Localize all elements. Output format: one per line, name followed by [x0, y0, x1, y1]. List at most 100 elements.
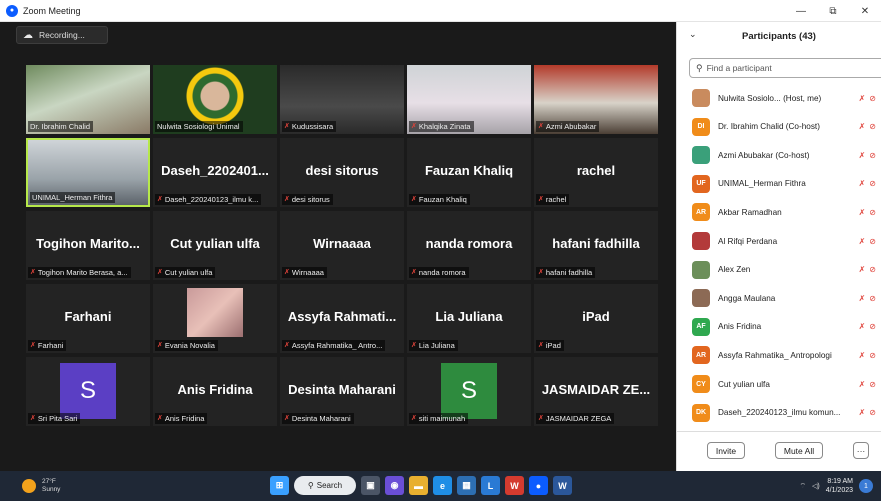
participant-avatar: AR [692, 346, 710, 365]
mic-muted-icon[interactable]: ✗ [859, 122, 866, 131]
recording-indicator[interactable]: ☁ Recording... [16, 26, 108, 44]
camera-off-icon[interactable]: ⊘ [869, 265, 876, 274]
mic-muted-icon[interactable]: ✗ [859, 294, 866, 303]
participant-status-icons: ✗ ⊘ [859, 94, 876, 103]
participant-row[interactable]: DI Dr. Ibrahim Chalid (Co-host) ✗ ⊘ [677, 113, 881, 141]
camera-off-icon[interactable]: ⊘ [869, 351, 876, 360]
camera-off-icon[interactable]: ⊘ [869, 122, 876, 131]
mic-muted-icon: ✗ [538, 415, 544, 422]
windows-start-icon[interactable]: ⊞ [270, 476, 289, 495]
video-tile[interactable]: S ✗ Sri Pita Sari [26, 357, 150, 426]
camera-off-icon[interactable]: ⊘ [869, 408, 876, 417]
participant-row[interactable]: DK Daseh_220240123_ilmu komun... ✗ ⊘ [677, 399, 881, 427]
video-tile[interactable]: nanda romora ✗ nanda romora [407, 211, 531, 280]
participant-row[interactable]: Al Rifqi Perdana ✗ ⊘ [677, 227, 881, 255]
video-tile[interactable]: Nulwita Sosiologi Unimal [153, 65, 277, 134]
participant-row[interactable]: AF Anis Fridina ✗ ⊘ [677, 313, 881, 341]
maximize-button[interactable]: ⧉ [817, 0, 849, 22]
participant-row[interactable]: Azmi Abubakar (Co-host) ✗ ⊘ [677, 141, 881, 169]
store-icon[interactable]: ▦ [457, 476, 476, 495]
participant-name: Daseh_220240123_ilmu komun... [718, 408, 841, 418]
mic-muted-icon[interactable]: ✗ [859, 151, 866, 160]
tile-display-name: Daseh_2202401... [161, 163, 269, 178]
word-icon[interactable]: W [553, 476, 572, 495]
video-tile[interactable]: Desinta Maharani ✗ Desinta Maharani [280, 357, 404, 426]
chat-icon[interactable]: ◉ [385, 476, 404, 495]
task-view-icon[interactable]: ▣ [361, 476, 380, 495]
camera-off-icon[interactable]: ⊘ [869, 179, 876, 188]
video-tile[interactable]: iPad ✗ iPad [534, 284, 658, 353]
video-tile[interactable]: Fauzan Khaliq ✗ Fauzan Khaliq [407, 138, 531, 207]
mic-muted-icon[interactable]: ✗ [859, 408, 866, 417]
video-tile[interactable]: Farhani ✗ Farhani [26, 284, 150, 353]
wifi-icon[interactable]: ⌔ [799, 482, 806, 491]
mic-muted-icon[interactable]: ✗ [859, 380, 866, 389]
mic-muted-icon[interactable]: ✗ [859, 351, 866, 360]
video-tile[interactable]: Assyfa Rahmati... ✗ Assyfa Rahmatika_ Antr… [280, 284, 404, 353]
camera-off-icon[interactable]: ⊘ [869, 237, 876, 246]
speaker-icon[interactable]: ◁) [812, 482, 820, 490]
minimize-button[interactable]: — [785, 0, 817, 22]
panel-header: ⌄ Participants (43) [677, 22, 881, 50]
video-tile[interactable]: hafani fadhilla ✗ hafani fadhilla [534, 211, 658, 280]
video-tile[interactable]: Togihon Marito... ✗ Togihon Marito Berasa,… [26, 211, 150, 280]
participant-avatar: DI [692, 117, 710, 136]
notification-badge[interactable]: 1 [859, 479, 873, 493]
clock[interactable]: 8:19 AM 4/1/2023 [826, 477, 853, 495]
tile-name-text: Nulwita Sosiologi Unimal [157, 122, 240, 131]
participant-row[interactable]: CY Cut yulian ulfa ✗ ⊘ [677, 370, 881, 398]
weather-widget[interactable]: 27°F Sunny [22, 478, 60, 494]
camera-off-icon[interactable]: ⊘ [869, 208, 876, 217]
mic-muted-icon[interactable]: ✗ [859, 265, 866, 274]
video-tile[interactable]: Anis Fridina ✗ Anis Fridina [153, 357, 277, 426]
tile-name-text: iPad [545, 341, 561, 350]
edge-icon[interactable]: e [433, 476, 452, 495]
video-tile[interactable]: ✗ Khalqika Zinata [407, 65, 531, 134]
participant-row[interactable]: Nulwita Sosiolo... (Host, me) ✗ ⊘ [677, 84, 881, 112]
video-tile[interactable]: Cut yulian ulfa ✗ Cut yulian ulfa [153, 211, 277, 280]
tile-name-label: ✗ Desinta Maharani [282, 413, 354, 424]
participant-row[interactable]: AR Assyfa Rahmatika_ Antropologi ✗ ⊘ [677, 341, 881, 369]
video-tile[interactable]: Daseh_2202401... ✗ Daseh_220240123_ilmu k.… [153, 138, 277, 207]
video-tile[interactable]: desi sitorus ✗ desi sitorus [280, 138, 404, 207]
file-explorer-icon[interactable]: ▬ [409, 476, 428, 495]
mic-muted-icon[interactable]: ✗ [859, 322, 866, 331]
mic-muted-icon[interactable]: ✗ [859, 94, 866, 103]
participant-search[interactable]: ⚲ Find a participant [689, 58, 881, 78]
taskbar-search[interactable]: ⚲ Search [294, 476, 356, 495]
mic-muted-icon[interactable]: ✗ [859, 179, 866, 188]
video-tile[interactable]: Wirnaaaa ✗ Wirnaaaa [280, 211, 404, 280]
mic-muted-icon: ✗ [538, 342, 544, 349]
video-tile[interactable]: ✗ Evania Novalia [153, 284, 277, 353]
video-tile[interactable]: JASMAIDAR ZE... ✗ JASMAIDAR ZEGA [534, 357, 658, 426]
mic-muted-icon[interactable]: ✗ [859, 208, 866, 217]
video-tile[interactable]: Lia Juliana ✗ Lia Juliana [407, 284, 531, 353]
participant-row[interactable]: AR Akbar Ramadhan ✗ ⊘ [677, 198, 881, 226]
close-button[interactable]: ✕ [849, 0, 881, 22]
search-icon: ⚲ [307, 481, 314, 490]
camera-off-icon[interactable]: ⊘ [869, 294, 876, 303]
participant-row[interactable]: Angga Maulana ✗ ⊘ [677, 284, 881, 312]
mic-muted-icon[interactable]: ✗ [859, 237, 866, 246]
participant-list[interactable]: Nulwita Sosiolo... (Host, me) ✗ ⊘ DI Dr. Ibr… [677, 84, 881, 432]
video-tile[interactable]: rachel ✗ rachel [534, 138, 658, 207]
camera-off-icon[interactable]: ⊘ [869, 322, 876, 331]
camera-off-icon[interactable]: ⊘ [869, 94, 876, 103]
more-button[interactable]: ··· [853, 442, 869, 459]
participant-row[interactable]: UF UNIMAL_Herman Fithra ✗ ⊘ [677, 170, 881, 198]
chevron-down-icon[interactable]: ⌄ [689, 29, 697, 40]
video-tile[interactable]: ✗ Azmi Abubakar [534, 65, 658, 134]
tile-name-text: Evania Novalia [164, 341, 215, 350]
wps-icon[interactable]: W [505, 476, 524, 495]
invite-button[interactable]: Invite [707, 442, 745, 459]
mute-all-button[interactable]: Mute All [775, 442, 823, 459]
video-tile[interactable]: Dr. Ibrahim Chalid [26, 65, 150, 134]
camera-off-icon[interactable]: ⊘ [869, 380, 876, 389]
video-tile[interactable]: ✗ Kudussisara [280, 65, 404, 134]
video-tile[interactable]: S ✗ siti maimunah [407, 357, 531, 426]
video-tile[interactable]: UNIMAL_Herman Fithra [26, 138, 150, 207]
zoom-taskbar-icon[interactable]: ● [529, 476, 548, 495]
participant-row[interactable]: Alex Zen ✗ ⊘ [677, 256, 881, 284]
l-app-icon[interactable]: L [481, 476, 500, 495]
camera-off-icon[interactable]: ⊘ [869, 151, 876, 160]
